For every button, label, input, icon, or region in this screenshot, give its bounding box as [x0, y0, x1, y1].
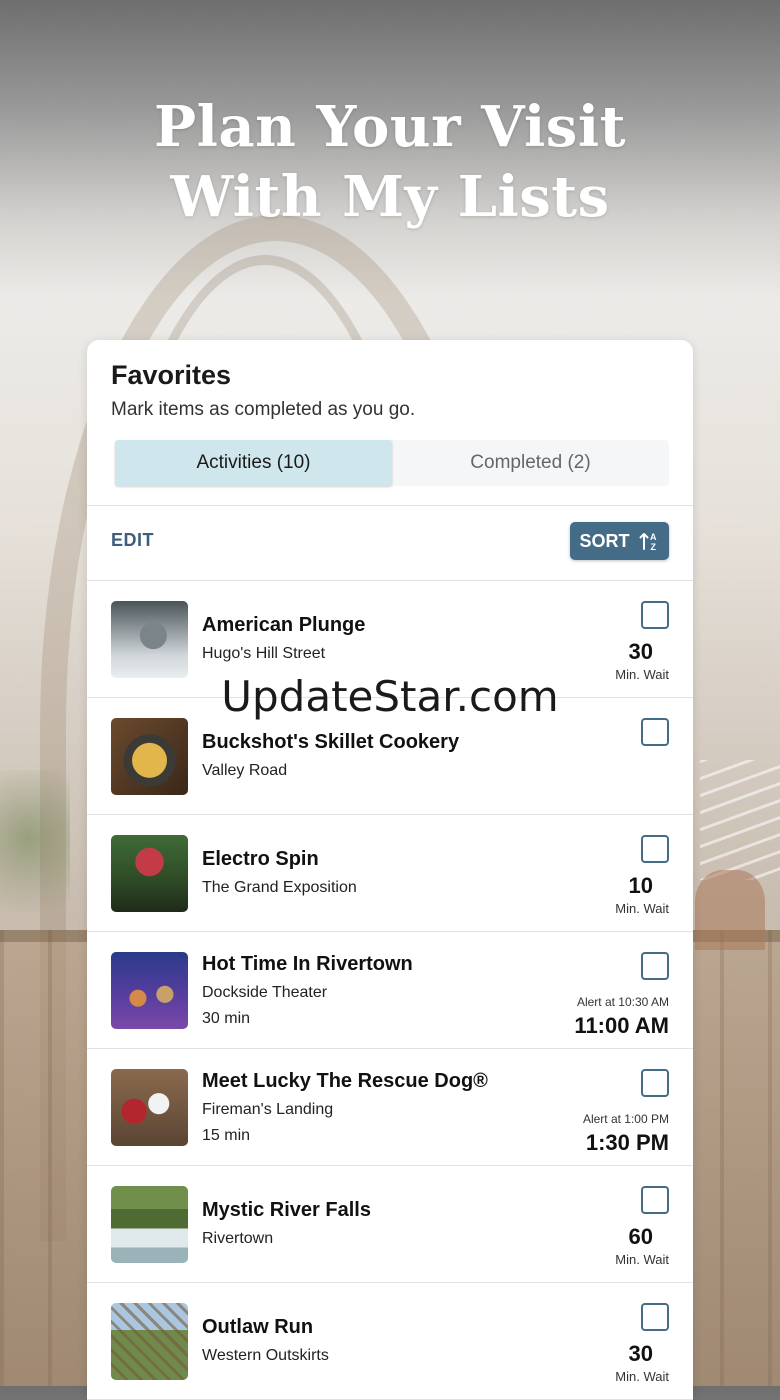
wait-label: Min. Wait — [615, 901, 669, 916]
food-thumbnail — [111, 718, 188, 795]
sort-az-icon: A Z — [639, 532, 657, 552]
background-person — [695, 870, 765, 950]
background-tree — [0, 770, 70, 940]
completed-checkbox[interactable] — [641, 1069, 669, 1097]
item-name: Buckshot's Skillet Cookery — [202, 731, 460, 753]
item-name: Meet Lucky The Rescue Dog® — [202, 1070, 488, 1092]
card-header: Favorites Mark items as completed as you… — [87, 340, 693, 506]
item-name: Outlaw Run — [202, 1316, 314, 1338]
sort-button-label: SORT — [579, 530, 630, 551]
list-toolbar: EDIT SORT A Z — [87, 506, 693, 581]
headline-line-1: Plan Your Visit — [154, 94, 626, 160]
completed-checkbox[interactable] — [641, 718, 669, 746]
activity-list: American Plunge Hugo's Hill Street 30 Mi… — [87, 581, 693, 1400]
list-item[interactable]: Electro Spin The Grand Exposition 10 Min… — [87, 815, 693, 932]
list-item[interactable]: Meet Lucky The Rescue Dog® Fireman's Lan… — [87, 1049, 693, 1166]
list-item[interactable]: Buckshot's Skillet Cookery Valley Road — [87, 698, 693, 815]
edit-button[interactable]: EDIT — [111, 530, 154, 551]
completed-checkbox[interactable] — [641, 1303, 669, 1331]
ride-thumbnail — [111, 1303, 188, 1380]
list-item[interactable]: Mystic River Falls Rivertown 60 Min. Wai… — [87, 1166, 693, 1283]
page-title: Favorites — [111, 360, 232, 390]
page-subtitle: Mark items as completed as you go. — [111, 399, 416, 420]
promo-headline: Plan Your Visit With My Lists — [0, 92, 780, 232]
wait-time: 30 — [628, 639, 653, 664]
item-name: American Plunge — [202, 614, 366, 636]
item-location: Rivertown — [202, 1230, 274, 1247]
item-name: Hot Time In Rivertown — [202, 953, 413, 975]
ride-thumbnail — [111, 601, 188, 678]
alert-time-label: Alert at 1:00 PM — [582, 1112, 669, 1126]
completed-checkbox[interactable] — [641, 952, 669, 980]
item-name: Electro Spin — [202, 848, 319, 870]
character-thumbnail — [111, 1069, 188, 1146]
list-item[interactable]: American Plunge Hugo's Hill Street 30 Mi… — [87, 581, 693, 698]
ride-thumbnail — [111, 1186, 188, 1263]
alert-time-label: Alert at 10:30 AM — [576, 995, 669, 1009]
list-tabs: Activities (10) Completed (2) — [115, 440, 669, 486]
svg-text:Z: Z — [650, 542, 656, 552]
wait-label: Min. Wait — [615, 667, 669, 682]
completed-checkbox[interactable] — [641, 1186, 669, 1214]
sort-button[interactable]: SORT A Z — [570, 522, 669, 560]
item-location: Hugo's Hill Street — [202, 645, 326, 662]
completed-checkbox[interactable] — [641, 601, 669, 629]
wait-label: Min. Wait — [615, 1252, 669, 1267]
item-location: Valley Road — [202, 762, 288, 779]
item-location: Western Outskirts — [202, 1347, 329, 1364]
item-location: Dockside Theater — [202, 984, 328, 1001]
item-location: The Grand Exposition — [202, 879, 357, 896]
item-location: Fireman's Landing — [202, 1101, 334, 1118]
headline-line-2: With My Lists — [170, 164, 610, 230]
wait-time: 60 — [628, 1224, 653, 1249]
tab-completed[interactable]: Completed (2) — [392, 440, 669, 486]
completed-checkbox[interactable] — [641, 835, 669, 863]
favorites-card: Favorites Mark items as completed as you… — [87, 340, 693, 1400]
show-thumbnail — [111, 952, 188, 1029]
list-item[interactable]: Hot Time In Rivertown Dockside Theater 3… — [87, 932, 693, 1049]
wait-time: 30 — [628, 1341, 653, 1366]
wait-time: 10 — [628, 873, 653, 898]
ride-thumbnail — [111, 835, 188, 912]
item-duration: 30 min — [202, 1010, 251, 1027]
tab-activities[interactable]: Activities (10) — [115, 440, 392, 486]
wait-label: Min. Wait — [615, 1369, 669, 1384]
background-coaster-rails — [700, 760, 780, 880]
list-item[interactable]: Outlaw Run Western Outskirts 30 Min. Wai… — [87, 1283, 693, 1400]
show-time: 1:30 PM — [585, 1130, 669, 1155]
svg-text:A: A — [650, 532, 657, 542]
item-name: Mystic River Falls — [202, 1199, 371, 1221]
item-duration: 15 min — [202, 1127, 251, 1144]
show-time: 11:00 AM — [574, 1013, 669, 1038]
